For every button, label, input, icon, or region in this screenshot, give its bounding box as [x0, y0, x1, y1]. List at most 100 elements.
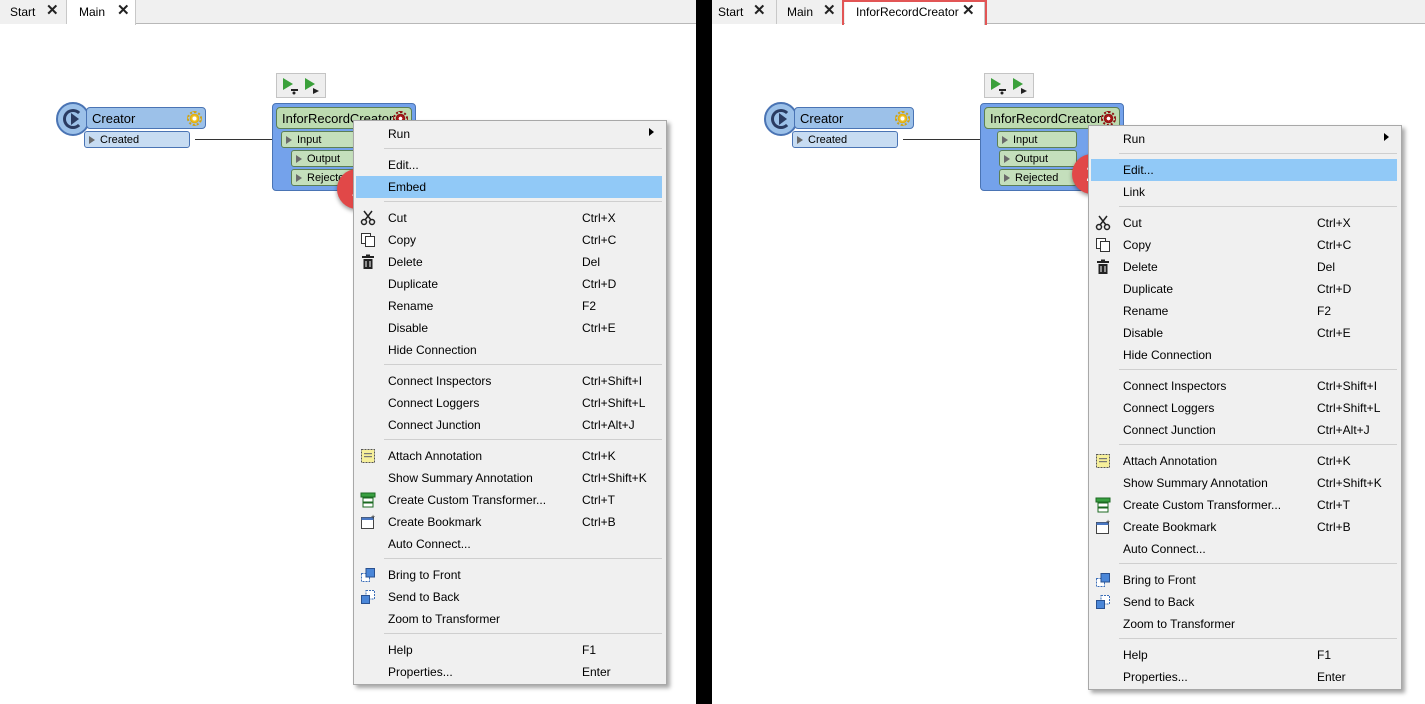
menu-item-label: Show Summary Annotation [1123, 476, 1268, 490]
output-port[interactable]: Output [999, 150, 1077, 167]
run-from-this-icon[interactable] [1011, 77, 1029, 95]
tab-main[interactable]: Main ✕ [67, 0, 136, 25]
menu-item-rename[interactable]: Rename F2 [354, 295, 666, 317]
annotation-icon [360, 448, 376, 464]
menu-item-attach-annotation[interactable]: Attach Annotation Ctrl+K [1089, 450, 1401, 472]
menu-item-shortcut: Ctrl+K [1317, 454, 1351, 468]
menu-item-label: Link [1123, 185, 1146, 199]
gear-icon[interactable] [187, 111, 202, 126]
menu-item-delete[interactable]: Delete Del [354, 251, 666, 273]
menu-item-create-custom-transformer[interactable]: Create Custom Transformer... Ctrl+T [1089, 494, 1401, 516]
transformer-title: InforRecordCreator [990, 111, 1102, 126]
menu-item-send-to-back[interactable]: Send to Back [1089, 591, 1401, 613]
bring-front-icon [360, 567, 376, 583]
menu-item-hide-connection[interactable]: Hide Connection [1089, 344, 1401, 366]
menu-item-connect-loggers[interactable]: Connect Loggers Ctrl+Shift+L [354, 392, 666, 414]
trash-icon [1095, 259, 1111, 275]
menu-item-help[interactable]: Help F1 [354, 639, 666, 661]
menu-item-zoom-to-transformer[interactable]: Zoom to Transformer [354, 608, 666, 630]
creator-output-port[interactable]: Created [84, 131, 190, 148]
menu-item-help[interactable]: Help F1 [1089, 644, 1401, 666]
menu-item-connect-junction[interactable]: Connect Junction Ctrl+Alt+J [1089, 419, 1401, 441]
tab-main[interactable]: Main ✕ [777, 0, 843, 24]
menu-item-label: Auto Connect... [388, 537, 471, 551]
rejected-port[interactable]: Rejected [999, 169, 1077, 186]
close-icon[interactable]: ✕ [823, 3, 836, 19]
menu-item-run[interactable]: Run [354, 123, 666, 145]
port-label: Input [297, 134, 322, 146]
menu-item-hide-connection[interactable]: Hide Connection [354, 339, 666, 361]
run-to-this-icon[interactable] [281, 77, 299, 95]
menu-item-shortcut: Ctrl+Alt+J [1317, 423, 1370, 437]
tab-bar: Start ✕ Main ✕ [0, 0, 696, 25]
svg-text:+: + [371, 514, 375, 521]
menu-item-show-summary-annotation[interactable]: Show Summary Annotation Ctrl+Shift+K [1089, 472, 1401, 494]
menu-item-label: Disable [1123, 326, 1164, 340]
menu-item-shortcut: Ctrl+D [582, 277, 617, 291]
menu-item-properties[interactable]: Properties... Enter [354, 661, 666, 683]
menu-item-embed[interactable]: Embed [354, 176, 666, 198]
menu-item-connect-loggers[interactable]: Connect Loggers Ctrl+Shift+L [1089, 397, 1401, 419]
menu-item-edit[interactable]: Edit... [354, 154, 666, 176]
menu-item-edit[interactable]: Edit... [1089, 159, 1401, 181]
menu-item-label: Rename [1123, 304, 1169, 318]
copy-icon [1095, 237, 1111, 253]
close-icon[interactable]: ✕ [753, 3, 766, 19]
menu-item-shortcut: Del [582, 255, 601, 269]
menu-item-connect-inspectors[interactable]: Connect Inspectors Ctrl+Shift+I [1089, 375, 1401, 397]
menu-item-properties[interactable]: Properties... Enter [1089, 666, 1401, 688]
bring-front-icon [1095, 572, 1111, 588]
svg-text:+: + [1106, 519, 1110, 526]
menu-item-show-summary-annotation[interactable]: Show Summary Annotation Ctrl+Shift+K [354, 467, 666, 489]
menu-item-copy[interactable]: Copy Ctrl+C [1089, 234, 1401, 256]
menu-item-attach-annotation[interactable]: Attach Annotation Ctrl+K [354, 445, 666, 467]
menu-item-disable[interactable]: Disable Ctrl+E [354, 317, 666, 339]
menu-item-shortcut: Ctrl+C [1317, 238, 1352, 252]
menu-item-disable[interactable]: Disable Ctrl+E [1089, 322, 1401, 344]
menu-item-auto-connect[interactable]: Auto Connect... [354, 533, 666, 555]
menu-item-link[interactable]: Link [1089, 181, 1401, 203]
close-icon[interactable]: ✕ [117, 3, 130, 19]
menu-item-bring-to-front[interactable]: Bring to Front [354, 564, 666, 586]
menu-item-connect-junction[interactable]: Connect Junction Ctrl+Alt+J [354, 414, 666, 436]
menu-separator [1119, 638, 1397, 639]
input-port[interactable]: Input [281, 131, 361, 148]
bookmark-icon: + [1095, 519, 1111, 535]
run-to-this-icon[interactable] [989, 77, 1007, 95]
creator-output-port[interactable]: Created [792, 131, 898, 148]
input-port[interactable]: Input [997, 131, 1077, 148]
menu-item-zoom-to-transformer[interactable]: Zoom to Transformer [1089, 613, 1401, 635]
creator-node[interactable]: Creator [794, 107, 914, 129]
menu-item-duplicate[interactable]: Duplicate Ctrl+D [1089, 278, 1401, 300]
menu-item-rename[interactable]: Rename F2 [1089, 300, 1401, 322]
menu-item-create-bookmark[interactable]: + Create Bookmark Ctrl+B [1089, 516, 1401, 538]
send-back-icon [360, 589, 376, 605]
right-workspace-panel: Start ✕ Main ✕ InforRecordCreator ✕ Crea… [712, 0, 1425, 704]
menu-item-label: Delete [388, 255, 423, 269]
menu-item-bring-to-front[interactable]: Bring to Front [1089, 569, 1401, 591]
settings-gear-icon[interactable] [1101, 111, 1116, 126]
close-icon[interactable]: ✕ [46, 3, 59, 19]
menu-separator [384, 558, 662, 559]
menu-item-shortcut: Ctrl+X [582, 211, 616, 225]
menu-item-run[interactable]: Run [1089, 128, 1401, 150]
menu-item-connect-inspectors[interactable]: Connect Inspectors Ctrl+Shift+I [354, 370, 666, 392]
creator-node[interactable]: Creator [86, 107, 206, 129]
menu-item-cut[interactable]: Cut Ctrl+X [354, 207, 666, 229]
tab-start[interactable]: Start ✕ [712, 0, 777, 24]
menu-item-send-to-back[interactable]: Send to Back [354, 586, 666, 608]
menu-item-create-custom-transformer[interactable]: Create Custom Transformer... Ctrl+T [354, 489, 666, 511]
menu-item-delete[interactable]: Delete Del [1089, 256, 1401, 278]
run-from-this-icon[interactable] [303, 77, 321, 95]
menu-item-copy[interactable]: Copy Ctrl+C [354, 229, 666, 251]
menu-item-auto-connect[interactable]: Auto Connect... [1089, 538, 1401, 560]
menu-separator [384, 148, 662, 149]
output-port[interactable]: Output [291, 150, 361, 167]
menu-item-shortcut: Ctrl+Shift+L [582, 396, 646, 410]
custom-transformer-icon [360, 492, 376, 508]
menu-item-create-bookmark[interactable]: + Create Bookmark Ctrl+B [354, 511, 666, 533]
menu-item-duplicate[interactable]: Duplicate Ctrl+D [354, 273, 666, 295]
menu-item-cut[interactable]: Cut Ctrl+X [1089, 212, 1401, 234]
tab-start[interactable]: Start ✕ [0, 0, 67, 24]
gear-icon[interactable] [895, 111, 910, 126]
